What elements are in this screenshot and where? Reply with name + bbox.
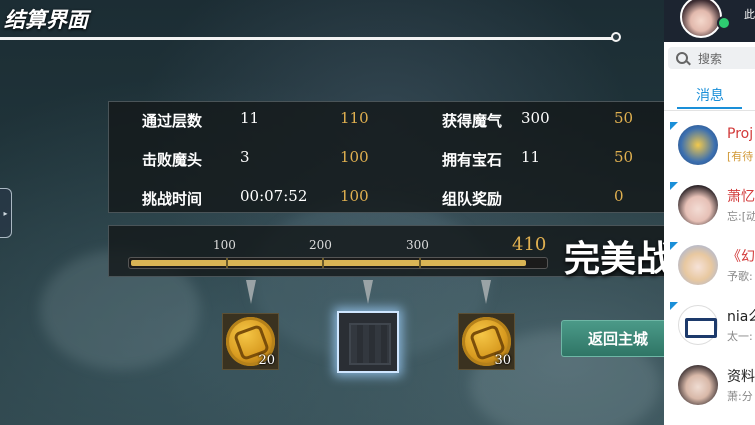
progress-tick-label: 100 <box>213 238 236 252</box>
conversation-name: nia么 <box>727 309 755 325</box>
reward-pointer <box>363 280 373 304</box>
tab-underline <box>677 107 742 109</box>
list-item[interactable]: 资料 萧:分 <box>664 358 755 414</box>
online-status-icon <box>717 16 731 30</box>
unread-marker-icon <box>670 182 678 190</box>
stat-points-gems: 50 <box>614 148 634 166</box>
score-progress-bar <box>128 257 548 269</box>
tab-messages[interactable]: 消息 <box>696 85 724 105</box>
stat-points-bosses: 100 <box>340 148 369 166</box>
conversation-preview: [有待 <box>727 150 754 163</box>
progress-segment-marker <box>226 258 228 268</box>
divider <box>664 110 755 111</box>
search-input[interactable]: 搜索 <box>668 47 755 69</box>
page-title: 结算界面 <box>4 7 88 32</box>
avatar <box>678 305 718 345</box>
conversation-name: 萧忆 <box>727 189 755 205</box>
list-item[interactable]: nia么 太一: <box>664 298 755 354</box>
stat-label-floors: 通过层数 <box>142 112 203 130</box>
search-icon <box>676 52 688 64</box>
conversation-preview: 予歌: <box>727 270 753 283</box>
side-expand-tab[interactable]: ▸ <box>0 188 12 238</box>
game-scene: 结算界面 ▸ 通过层数 11 110 击败魔头 3 100 挑战时间 00:07… <box>0 0 664 425</box>
reward-slot-3[interactable]: 30 <box>458 313 515 370</box>
list-item[interactable]: 《幻 予歌: <box>664 238 755 294</box>
reward-quantity: 20 <box>258 353 275 368</box>
conversation-preview: 萧:分 <box>727 390 753 403</box>
stat-value-floors: 11 <box>240 109 260 127</box>
reward-slot-2[interactable] <box>337 311 399 373</box>
conversation-name: 资料 <box>727 369 755 385</box>
stat-value-energy: 300 <box>521 109 550 127</box>
reward-pointer <box>481 280 491 304</box>
panel-header: 此 <box>664 0 755 42</box>
progress-segment-marker <box>322 258 324 268</box>
stat-label-gems: 拥有宝石 <box>442 151 503 169</box>
title-line-knob <box>611 32 621 42</box>
chevron-right-icon: ▸ <box>3 208 8 218</box>
conversation-preview: 忘:[动 <box>727 210 755 223</box>
conversation-name: Proj <box>727 126 754 142</box>
stat-points-team: 0 <box>614 187 624 205</box>
avatar <box>678 245 718 285</box>
return-to-city-button[interactable]: 返回主城 <box>561 320 664 357</box>
list-item[interactable]: Proj [有待 <box>664 118 755 174</box>
stat-label-energy: 获得魔气 <box>442 112 503 130</box>
stats-panel: 通过层数 11 110 击败魔头 3 100 挑战时间 00:07:52 100… <box>108 101 664 213</box>
list-item[interactable]: 萧忆 忘:[动 <box>664 178 755 234</box>
stat-points-energy: 50 <box>614 109 634 127</box>
search-placeholder: 搜索 <box>698 52 723 66</box>
rating-text: 完美战 <box>564 238 664 280</box>
stat-value-bosses: 3 <box>240 148 250 166</box>
avatar <box>678 365 718 405</box>
score-progress-panel: 100 200 300 410 完美战 <box>108 225 664 280</box>
reward-pointer <box>246 280 256 304</box>
chat-side-panel: 此 搜索 消息 Proj [有待 萧忆 忘:[动 《幻 予歌: nia么 太一:… <box>664 0 755 425</box>
stat-points-floors: 110 <box>340 109 369 127</box>
total-score: 410 <box>512 234 547 255</box>
unread-marker-icon <box>670 242 678 250</box>
progress-segment-marker <box>419 258 421 268</box>
stat-value-time: 00:07:52 <box>240 187 308 205</box>
unread-marker-icon <box>670 122 678 130</box>
stat-points-time: 100 <box>340 187 369 205</box>
avatar <box>678 185 718 225</box>
avatar <box>678 125 718 165</box>
stat-value-gems: 11 <box>521 148 541 166</box>
unread-marker-icon <box>670 302 678 310</box>
score-progress-fill <box>131 260 526 266</box>
chest-icon <box>349 323 391 365</box>
progress-tick-label: 300 <box>406 238 429 252</box>
conversation-name: 《幻 <box>727 249 755 265</box>
progress-tick-label: 200 <box>309 238 332 252</box>
reward-slot-1[interactable]: 20 <box>222 313 279 370</box>
panel-header-text: 此 <box>744 8 755 21</box>
avatar[interactable] <box>680 0 722 38</box>
conversation-preview: 太一: <box>727 330 753 343</box>
stat-label-bosses: 击败魔头 <box>142 151 203 169</box>
reward-quantity: 30 <box>494 353 511 368</box>
stat-label-team: 组队奖励 <box>442 190 503 208</box>
stat-label-time: 挑战时间 <box>142 190 203 208</box>
title-underline <box>0 37 617 40</box>
